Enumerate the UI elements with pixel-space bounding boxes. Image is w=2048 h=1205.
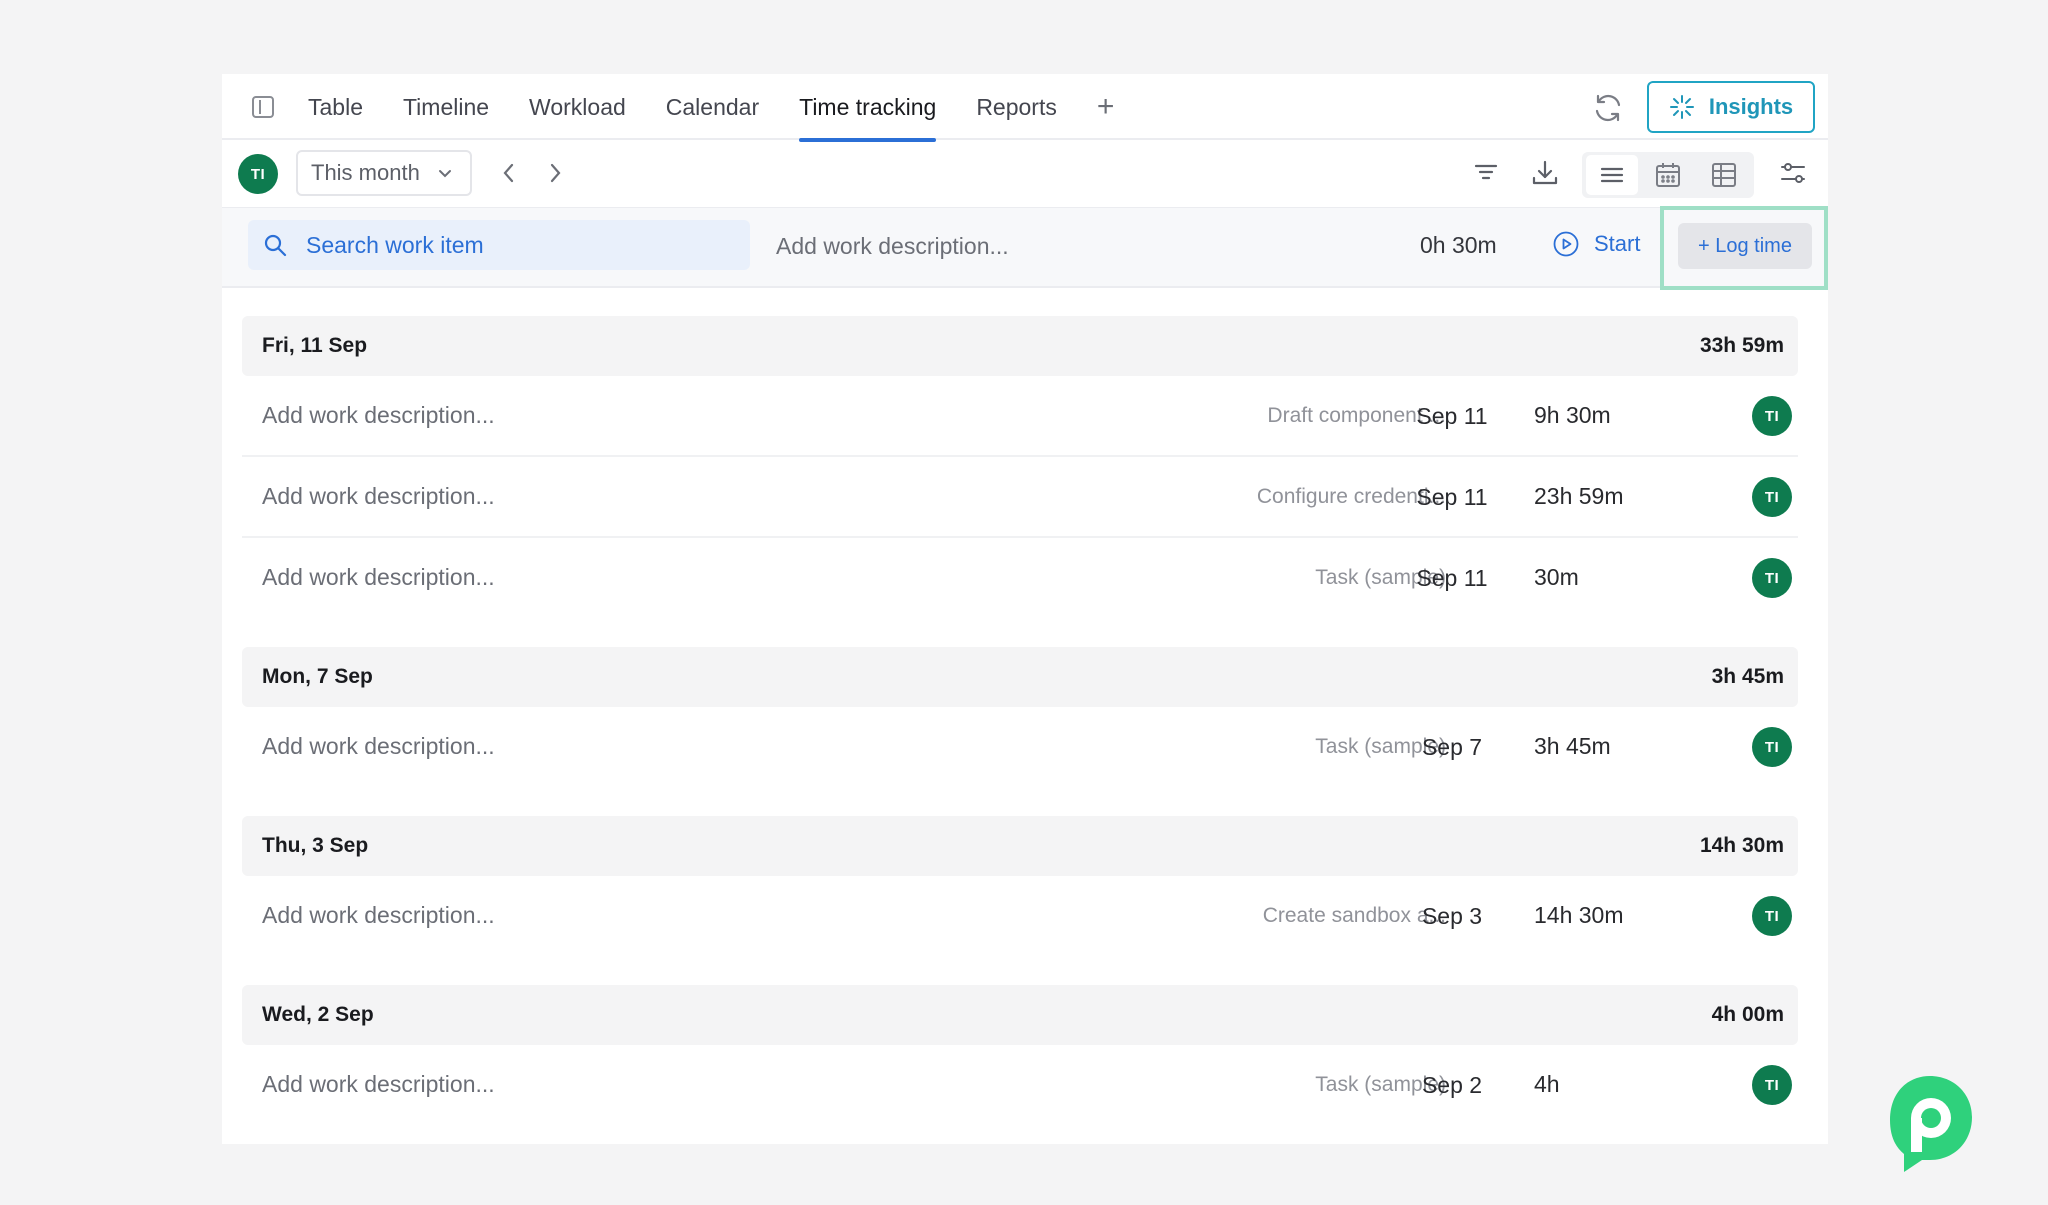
group-date: Wed, 2 Sep (262, 1003, 374, 1026)
list-icon (1600, 167, 1624, 183)
date-group: Fri, 11 Sep 33h 59m Add work description..… (242, 316, 1798, 619)
grid-icon (1712, 163, 1736, 187)
entry-duration[interactable]: 4h (1534, 1071, 1560, 1098)
time-entry-row[interactable]: Add work description... Task (sample) Sep … (242, 1045, 1798, 1126)
grid-view-button[interactable] (1698, 155, 1750, 195)
period-value: This month (311, 160, 420, 185)
add-tab-button[interactable]: + (1097, 74, 1115, 140)
date-group-header[interactable]: Mon, 7 Sep 3h 45m (242, 647, 1798, 707)
entry-duration[interactable]: 23h 59m (1534, 483, 1624, 510)
group-total: 33h 59m (1699, 334, 1784, 357)
log-time-button[interactable]: + Log time (1678, 223, 1812, 269)
time-entry-groups: Fri, 11 Sep 33h 59m Add work description..… (242, 316, 1798, 1154)
start-timer-button[interactable]: Start (1552, 230, 1640, 258)
date-group: Mon, 7 Sep 3h 45m Add work description... T… (242, 647, 1798, 788)
insights-button[interactable]: Insights (1647, 81, 1815, 133)
time-entry-row[interactable]: Add work description... Task (sample) Sep … (242, 707, 1798, 788)
work-item-search[interactable] (248, 220, 750, 270)
group-date: Fri, 11 Sep (262, 334, 368, 357)
time-tracking-panel: Table Timeline Workload Calendar Time tr… (222, 74, 1828, 1144)
entry-duration[interactable]: 9h 30m (1534, 402, 1611, 429)
view-tabs: Table Timeline Workload Calendar Time tr… (308, 74, 1154, 142)
view-mode-group (1582, 152, 1754, 198)
entry-duration[interactable]: 30m (1534, 564, 1579, 591)
sparkle-icon (1669, 95, 1694, 119)
tab-time-tracking[interactable]: Time tracking (799, 74, 937, 142)
entry-user-avatar[interactable]: TI (1752, 1065, 1792, 1105)
time-entry-row[interactable]: Add work description... Configure credent… (242, 457, 1798, 538)
insights-label: Insights (1708, 94, 1794, 119)
date-group-header[interactable]: Thu, 3 Sep 14h 30m (242, 816, 1798, 876)
group-total: 4h 00m (1711, 1003, 1784, 1026)
tab-reports[interactable]: Reports (976, 74, 1057, 140)
date-group-header[interactable]: Wed, 2 Sep 4h 00m (242, 985, 1798, 1045)
entry-user-avatar[interactable]: TI (1752, 727, 1792, 767)
calendar-view-button[interactable] (1642, 155, 1694, 195)
view-tab-bar: Table Timeline Workload Calendar Time tr… (222, 74, 1828, 142)
date-group: Wed, 2 Sep 4h 00m Add work description... T… (242, 985, 1798, 1126)
settings-sliders-icon[interactable] (1778, 158, 1808, 188)
entry-user-avatar[interactable]: TI (1752, 558, 1792, 598)
entry-duration[interactable]: 14h 30m (1534, 902, 1624, 929)
list-view-button[interactable] (1586, 155, 1638, 195)
brand-logo (1890, 1076, 1972, 1172)
refresh-icon[interactable] (1592, 92, 1624, 124)
sidebar-toggle-icon[interactable] (252, 96, 274, 118)
entry-description[interactable]: Add work description... (262, 902, 495, 929)
previous-period-icon[interactable] (498, 160, 520, 186)
filter-toolbar: TI This month (222, 140, 1828, 208)
entry-description[interactable]: Add work description... (262, 564, 495, 591)
entry-duration[interactable]: 0h 30m (1420, 232, 1497, 259)
search-input[interactable] (306, 231, 706, 259)
group-total: 14h 30m (1699, 834, 1784, 857)
search-icon (264, 234, 287, 257)
chevron-down-icon (439, 170, 451, 178)
entry-description[interactable]: Add work description... (262, 733, 495, 760)
filter-icon[interactable] (1472, 158, 1500, 186)
tab-table[interactable]: Table (308, 74, 363, 140)
date-group: Thu, 3 Sep 14h 30m Add work description...… (242, 816, 1798, 957)
tab-calendar[interactable]: Calendar (666, 74, 759, 140)
time-entry-row[interactable]: Add work description... Draft component .… (242, 376, 1798, 457)
entry-date[interactable]: Sep 7 (1402, 734, 1502, 761)
group-date: Thu, 3 Sep (262, 834, 369, 857)
entry-date[interactable]: Sep 11 (1402, 565, 1502, 592)
entry-date[interactable]: Sep 2 (1402, 1072, 1502, 1099)
tab-workload[interactable]: Workload (529, 74, 626, 140)
entry-user-avatar[interactable]: TI (1752, 477, 1792, 517)
work-description-input[interactable] (776, 226, 1216, 266)
user-avatar[interactable]: TI (238, 154, 278, 194)
period-select[interactable]: This month (296, 150, 472, 196)
group-date: Mon, 7 Sep (262, 665, 373, 688)
entry-description[interactable]: Add work description... (262, 402, 495, 429)
entry-user-avatar[interactable]: TI (1752, 396, 1792, 436)
entry-user-avatar[interactable]: TI (1752, 896, 1792, 936)
time-entry-bar: 0h 30m Start + Log time (222, 206, 1828, 290)
tab-timeline[interactable]: Timeline (403, 74, 489, 140)
entry-date[interactable]: Sep 11 (1402, 403, 1502, 430)
entry-description[interactable]: Add work description... (262, 483, 495, 510)
next-period-icon[interactable] (544, 160, 566, 186)
group-total: 3h 45m (1711, 665, 1784, 688)
play-circle-icon (1553, 231, 1579, 257)
entry-duration[interactable]: 3h 45m (1534, 733, 1611, 760)
entry-date[interactable]: Sep 11 (1402, 484, 1502, 511)
time-entry-row[interactable]: Add work description... Task (sample) Sep … (242, 538, 1798, 619)
download-icon[interactable] (1530, 158, 1560, 188)
entry-date[interactable]: Sep 3 (1402, 903, 1502, 930)
calendar-icon (1656, 163, 1680, 187)
entry-description[interactable]: Add work description... (262, 1071, 495, 1098)
start-label: Start (1594, 231, 1641, 256)
time-entry-row[interactable]: Add work description... Create sandbox a.… (242, 876, 1798, 957)
date-group-header[interactable]: Fri, 11 Sep 33h 59m (242, 316, 1798, 376)
